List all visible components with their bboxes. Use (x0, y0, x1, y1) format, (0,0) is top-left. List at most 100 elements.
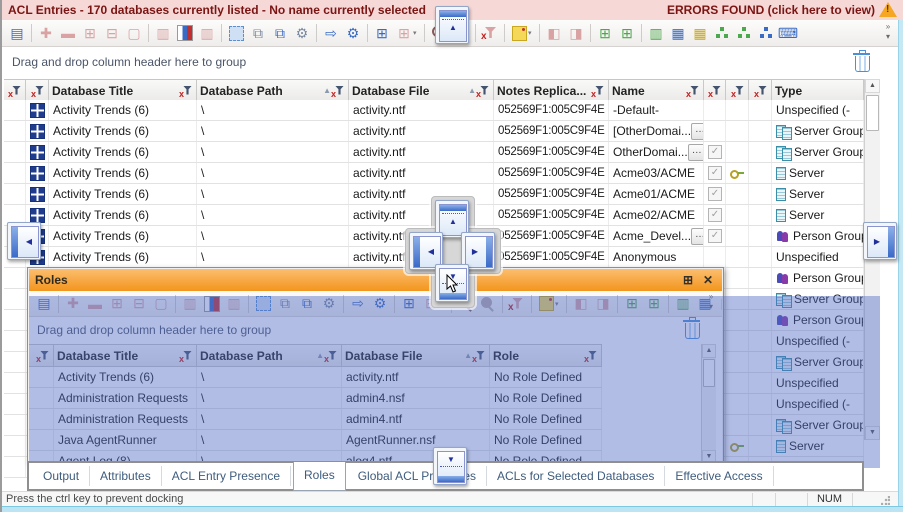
export-table-icon[interactable]: ⊞ (617, 23, 637, 43)
media-next-icon[interactable]: ◨ (566, 23, 586, 43)
main-header-notes-replica-[interactable]: Notes Replica... (494, 80, 609, 101)
page-settings-icon[interactable]: ⚙ (292, 23, 312, 43)
copy-table-icon[interactable]: ⧉ (270, 23, 290, 43)
main-header-database-title[interactable]: Database Title (49, 80, 197, 101)
num-lock-indicator: NUM (807, 493, 852, 505)
view-settings-icon[interactable]: ▤ (7, 23, 27, 43)
database-title-cell: Activity Trends (6) (49, 163, 197, 183)
sort-asc-icon[interactable]: ▲ (468, 86, 476, 95)
main-header-col1[interactable] (26, 80, 49, 101)
grid-options-icon[interactable]: ⊞ (394, 23, 414, 43)
export-icon[interactable]: ⇨ (321, 23, 341, 43)
main-header-col7[interactable] (704, 80, 726, 101)
dropdown-caret-icon[interactable]: ▾ (528, 29, 536, 37)
checkbox-checked-icon[interactable]: ✓ (708, 166, 722, 180)
tab-effective-access[interactable]: Effective Access (665, 466, 773, 486)
main-header-database-file[interactable]: Database File▲ (349, 80, 494, 101)
name-cell: OtherDomai...… (609, 142, 704, 162)
media-prev-icon[interactable]: ◧ (544, 23, 564, 43)
type-text: Server (789, 166, 824, 180)
checkbox-checked-icon[interactable]: ✓ (708, 208, 722, 222)
resize-grip[interactable] (881, 496, 890, 505)
table-row[interactable]: Activity Trends (6)\activity.ntf052569F1… (4, 163, 864, 184)
import-table-icon[interactable]: ⊞ (595, 23, 615, 43)
run-gears-icon[interactable]: ⚙ (343, 23, 363, 43)
scrollbar-thumb[interactable] (866, 95, 879, 131)
roles-titlebar[interactable]: Roles ⊞ ✕ (29, 269, 722, 291)
freeze-right-column-icon[interactable]: ▥ (197, 23, 217, 43)
main-header-col9[interactable] (749, 80, 772, 101)
ellipsis-button[interactable]: … (688, 144, 704, 161)
table-row[interactable]: Activity Trends (6)\activity.ntf052569F1… (4, 100, 864, 121)
toolbar-overflow-icon[interactable]: »▾ (882, 22, 894, 44)
toolbar-separator (31, 24, 32, 42)
type-text: Server Group (794, 145, 864, 159)
checkbox-checked-icon[interactable]: ✓ (708, 229, 722, 243)
status-bar: Press the ctrl key to prevent docking NU… (2, 491, 898, 507)
ellipsis-button[interactable]: … (691, 123, 704, 140)
dock-right-icon[interactable]: ▶ (863, 222, 897, 260)
keyboard-icon[interactable]: ⌨ (778, 23, 798, 43)
row-indicator-cell (4, 352, 26, 372)
filter-icon[interactable] (333, 85, 345, 97)
filter-icon[interactable] (710, 85, 722, 97)
row-indicator-cell (4, 457, 26, 477)
choose-columns-icon[interactable] (175, 23, 195, 43)
main-header-name[interactable]: Name (609, 80, 704, 101)
assign-left-icon[interactable]: ⊞ (80, 23, 100, 43)
warning-triangle-icon[interactable] (879, 2, 897, 18)
table-row[interactable]: Activity Trends (6)\activity.ntf052569F1… (4, 121, 864, 142)
columns-green-icon[interactable]: ▥ (646, 23, 666, 43)
clear-filter-icon[interactable] (480, 23, 500, 43)
filter-icon[interactable] (33, 85, 45, 97)
checkbox-checked-icon[interactable]: ✓ (708, 187, 722, 201)
org-chart2-icon[interactable] (734, 23, 754, 43)
assign-down-icon[interactable]: ⊟ (102, 23, 122, 43)
filter-icon[interactable] (756, 85, 768, 97)
filter-icon[interactable] (478, 85, 490, 97)
dropdown-caret-icon[interactable]: ▾ (413, 29, 421, 37)
tab-acls-for-selected-databases[interactable]: ACLs for Selected Databases (487, 466, 665, 486)
add-icon[interactable]: ✚ (36, 23, 56, 43)
dock-bottom-icon[interactable]: ▼ (433, 447, 467, 485)
grid-note-icon[interactable]: ▦ (690, 23, 710, 43)
copy-icon[interactable]: ⧉ (248, 23, 268, 43)
filter-icon[interactable] (688, 85, 700, 97)
maximize-icon[interactable]: ⊞ (680, 273, 696, 287)
scroll-up-icon[interactable]: ▲ (865, 79, 880, 93)
errors-banner[interactable]: ERRORS FOUND (click here to view) (667, 3, 875, 17)
ellipsis-button[interactable]: … (691, 228, 704, 245)
toolbar-separator (424, 24, 425, 42)
select-area-icon[interactable] (226, 23, 246, 43)
main-header-col8[interactable] (726, 80, 749, 101)
dock-top-icon[interactable]: ▲ (435, 6, 469, 44)
tab-acl-entry-presence[interactable]: ACL Entry Presence (162, 466, 291, 486)
filter-icon[interactable] (593, 85, 605, 97)
main-header-col0[interactable] (4, 80, 26, 101)
main-header-type[interactable]: Type (772, 80, 864, 101)
notes-replica-cell: 052569F1:005C9F4E (494, 142, 609, 162)
checkbox-checked-icon[interactable]: ✓ (708, 145, 722, 159)
filter-icon[interactable] (733, 85, 745, 97)
main-header-database-path[interactable]: Database Path▲ (197, 80, 349, 101)
database-icon-cell (26, 142, 49, 162)
refresh-grid-icon[interactable]: ⊞ (372, 23, 392, 43)
grid-edit-icon[interactable]: ▦ (668, 23, 688, 43)
filter-icon[interactable] (10, 85, 22, 97)
flow-chart-icon[interactable] (756, 23, 776, 43)
tab-output[interactable]: Output (33, 466, 90, 486)
tab-roles[interactable]: Roles (293, 462, 346, 491)
delete-group-icon[interactable] (855, 56, 870, 72)
sort-asc-icon[interactable]: ▲ (323, 86, 331, 95)
org-chart-icon[interactable] (712, 23, 732, 43)
table-row[interactable]: Activity Trends (6)\activity.ntf052569F1… (4, 142, 864, 163)
filter-icon[interactable] (181, 85, 193, 97)
dock-left-icon[interactable]: ◀ (7, 222, 41, 260)
remove-icon[interactable]: ▬ (58, 23, 78, 43)
notes-icon[interactable] (509, 23, 529, 43)
tab-attributes[interactable]: Attributes (90, 466, 162, 486)
select-grid-icon[interactable]: ▢ (124, 23, 144, 43)
choose-columns-icon (177, 25, 193, 41)
freeze-left-column-icon[interactable]: ▥ (153, 23, 173, 43)
close-icon[interactable]: ✕ (700, 273, 716, 287)
